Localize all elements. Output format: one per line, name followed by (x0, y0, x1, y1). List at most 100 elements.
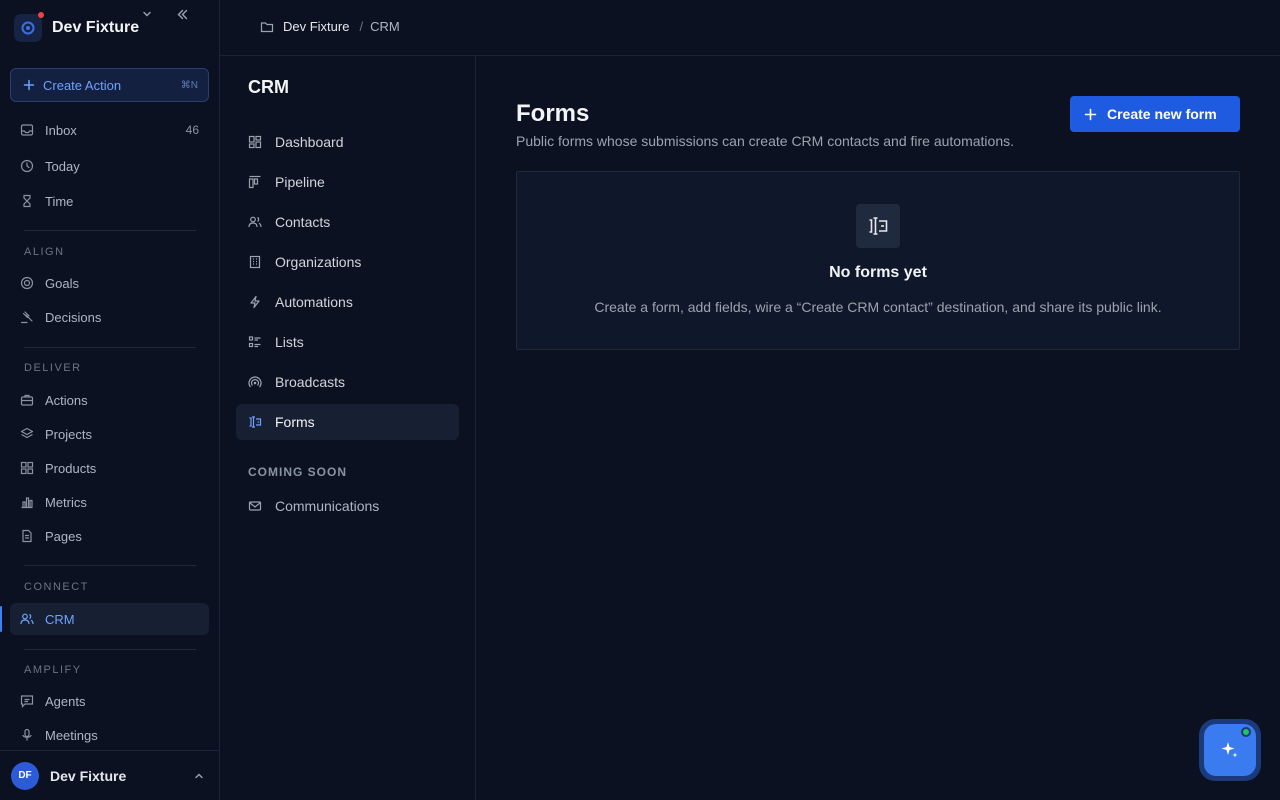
collapse-sidebar-icon[interactable] (176, 8, 189, 21)
form-icon (856, 204, 900, 248)
user-name: Dev Fixture (50, 767, 127, 784)
sidebar-item-goals[interactable]: Goals (10, 267, 209, 299)
crm-nav-broadcasts[interactable]: Broadcasts (236, 364, 459, 400)
crm-nav-label: Organizations (275, 254, 362, 270)
sidebar-item-label: Goals (45, 275, 79, 291)
sidebar-item-time[interactable]: Time (10, 185, 209, 217)
section-label-connect: CONNECT (24, 581, 89, 593)
create-action-label: Create Action (43, 77, 122, 93)
sidebar-item-agents[interactable]: Agents (10, 685, 209, 717)
form-icon (249, 416, 262, 428)
sidebar-item-label: Agents (45, 693, 86, 709)
sidebar-item-label: Projects (45, 426, 92, 442)
divider (24, 347, 196, 348)
crm-nav-contacts[interactable]: Contacts (236, 204, 459, 240)
sidebar-item-metrics[interactable]: Metrics (10, 486, 209, 518)
app-window: Dev Fixture Create Action ⌘N Inbox 46 To… (0, 0, 1280, 800)
empty-state-title: No forms yet (829, 264, 927, 281)
create-new-form-label: Create new form (1107, 106, 1217, 122)
workspace-logo-icon (14, 12, 44, 42)
crm-nav-organizations[interactable]: Organizations (236, 244, 459, 280)
sidebar-item-pages[interactable]: Pages (10, 520, 209, 552)
create-action-button[interactable]: Create Action ⌘N (10, 68, 209, 102)
empty-state-description: Create a form, add fields, wire a “Creat… (594, 299, 1162, 315)
crm-nav-label: Contacts (275, 214, 331, 230)
sidebar-item-meetings[interactable]: Meetings (10, 719, 209, 751)
crm-nav-communications[interactable]: Communications (236, 488, 459, 524)
lightning-icon (250, 295, 260, 309)
contacts-icon (248, 216, 262, 228)
gavel-icon (20, 311, 33, 324)
pipeline-icon (248, 175, 261, 189)
crm-nav-lists[interactable]: Lists (236, 324, 459, 360)
sidebar-item-label: CRM (45, 611, 75, 627)
crm-nav-label: Dashboard (275, 134, 344, 150)
section-label-amplify: AMPLIFY (24, 664, 82, 676)
crm-nav-automations[interactable]: Automations (236, 284, 459, 320)
crm-nav-forms[interactable]: Forms (236, 404, 459, 440)
crm-nav-label: Pipeline (275, 174, 325, 190)
sidebar-item-projects[interactable]: Projects (10, 418, 209, 450)
crm-subnav: CRM Dashboard Pipeline Contacts Organiza… (220, 56, 476, 800)
sidebar-item-label: Actions (45, 392, 88, 408)
crm-nav-dashboard[interactable]: Dashboard (236, 124, 459, 160)
divider (24, 649, 196, 650)
message-icon (20, 695, 34, 708)
sidebar-item-crm[interactable]: CRM (10, 603, 209, 635)
divider (24, 230, 196, 231)
crm-nav-label: Lists (275, 334, 304, 350)
sidebar-item-label: Metrics (45, 494, 87, 510)
create-new-form-button[interactable]: Create new form (1070, 96, 1240, 132)
sidebar-item-label: Pages (45, 528, 82, 544)
breadcrumb-current: CRM (370, 19, 400, 34)
dashboard-icon (248, 135, 262, 149)
sidebar-item-decisions[interactable]: Decisions (10, 301, 209, 333)
sidebar-item-today[interactable]: Today (10, 150, 209, 182)
section-label-deliver: DELIVER (24, 362, 82, 374)
sidebar: Dev Fixture Create Action ⌘N Inbox 46 To… (0, 0, 220, 800)
sidebar-item-label: Today (45, 158, 80, 174)
breadcrumb-workspace[interactable]: Dev Fixture (283, 19, 349, 34)
assistant-button[interactable] (1199, 719, 1261, 781)
chevron-down-icon[interactable] (141, 8, 153, 20)
page-title: Forms (516, 100, 590, 127)
online-status-dot (1241, 727, 1251, 737)
microphone-icon (22, 728, 32, 741)
crm-nav-pipeline[interactable]: Pipeline (236, 164, 459, 200)
document-icon (22, 529, 32, 543)
crm-nav-label: Communications (275, 498, 380, 514)
avatar: DF (11, 761, 39, 790)
sidebar-item-label: Decisions (45, 309, 102, 325)
broadcast-icon (248, 376, 262, 388)
mail-icon (248, 501, 262, 511)
sidebar-item-actions[interactable]: Actions (10, 384, 209, 416)
crm-nav-label: Broadcasts (275, 374, 346, 390)
active-indicator (0, 606, 2, 632)
inbox-icon (20, 124, 34, 136)
grid-icon (20, 461, 34, 475)
sidebar-item-label: Products (45, 460, 97, 476)
sidebar-item-products[interactable]: Products (10, 452, 209, 484)
sidebar-item-label: Time (45, 193, 74, 209)
crm-nav-label: Forms (275, 414, 315, 430)
page-subtitle: Public forms whose submissions can creat… (516, 133, 1014, 149)
inbox-count-badge: 46 (185, 123, 199, 137)
briefcase-icon (20, 394, 34, 406)
hourglass-icon (23, 194, 31, 208)
main-content: Forms Public forms whose submissions can… (476, 56, 1280, 800)
breadcrumb: Dev Fixture / CRM (260, 19, 400, 34)
layers-icon (20, 427, 34, 439)
empty-state: No forms yet Create a form, add fields, … (516, 171, 1240, 350)
sidebar-item-inbox[interactable]: Inbox 46 (10, 114, 209, 146)
user-menu[interactable]: DF Dev Fixture (0, 750, 219, 800)
plus-icon (1084, 108, 1097, 120)
crm-nav-label: Automations (275, 294, 353, 310)
list-icon (248, 336, 261, 348)
bar-chart-icon (21, 497, 33, 509)
shortcut-hint: ⌘N (180, 79, 198, 91)
chevron-up-icon (193, 770, 205, 782)
coming-soon-label: COMING SOON (248, 465, 348, 479)
top-bar: Dev Fixture / CRM (220, 0, 1280, 56)
workspace-name: Dev Fixture (52, 19, 140, 36)
folder-icon (260, 21, 274, 32)
